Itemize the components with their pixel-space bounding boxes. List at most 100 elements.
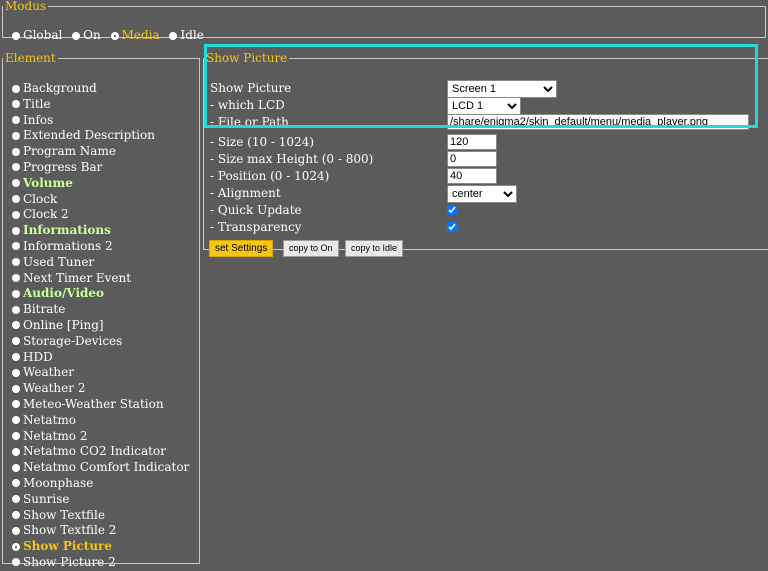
element-item[interactable]: Netatmo 2 bbox=[12, 429, 189, 445]
element-item[interactable]: Audio/Video bbox=[12, 286, 189, 302]
size-input[interactable] bbox=[447, 134, 497, 150]
transparency-label: - Transparency bbox=[210, 220, 302, 234]
element-item[interactable]: Infos bbox=[12, 113, 189, 129]
element-item[interactable]: Clock bbox=[12, 192, 189, 208]
copy-to-idle-button[interactable]: copy to Idle bbox=[345, 240, 404, 257]
element-item-label: Netatmo Comfort Indicator bbox=[23, 460, 190, 475]
element-item[interactable]: Informations bbox=[12, 223, 189, 239]
which-lcd-label: - which LCD bbox=[210, 98, 285, 112]
element-item[interactable]: Extended Description bbox=[12, 128, 189, 144]
modus-option-global[interactable]: Global bbox=[12, 28, 62, 42]
transparency-row: - Transparency bbox=[210, 219, 302, 235]
element-item-label: Weather bbox=[23, 365, 74, 380]
modus-option-on[interactable]: On bbox=[72, 28, 101, 42]
element-item-label: Informations bbox=[23, 223, 111, 238]
element-item-label: Background bbox=[23, 81, 97, 95]
element-item[interactable]: Progress Bar bbox=[12, 160, 189, 176]
element-item-label: HDD bbox=[23, 349, 53, 364]
radio-icon bbox=[12, 274, 20, 283]
radio-icon bbox=[12, 163, 20, 172]
radio-icon bbox=[12, 495, 20, 504]
set-settings-button[interactable]: set Settings bbox=[209, 240, 274, 257]
max-height-input[interactable] bbox=[447, 151, 497, 167]
element-item[interactable]: Used Tuner bbox=[12, 255, 189, 271]
max-height-row: - Size max Height (0 - 800) bbox=[210, 151, 373, 167]
element-item-label: Meteo-Weather Station bbox=[23, 396, 164, 411]
element-item-label: Moonphase bbox=[23, 475, 94, 490]
element-item[interactable]: Show Textfile bbox=[12, 508, 189, 524]
element-item[interactable]: Show Picture bbox=[12, 539, 189, 555]
element-item[interactable]: HDD bbox=[12, 350, 189, 366]
element-item-label: Clock 2 bbox=[23, 207, 69, 222]
element-item[interactable]: Show Picture 2 bbox=[12, 555, 189, 571]
quick-update-checkbox[interactable] bbox=[447, 205, 457, 215]
radio-icon bbox=[12, 447, 20, 456]
element-item-label: Bitrate bbox=[23, 302, 66, 317]
element-item[interactable]: Meteo-Weather Station bbox=[12, 397, 189, 413]
position-label: - Position (0 - 1024) bbox=[210, 169, 330, 183]
which-lcd-select[interactable]: LCD 1 bbox=[447, 97, 521, 115]
element-list: Background Title Infos Extended Description… bbox=[12, 81, 189, 571]
radio-icon bbox=[12, 400, 20, 409]
radio-icon bbox=[12, 258, 20, 267]
radio-icon bbox=[12, 31, 20, 40]
file-path-label: - File or Path bbox=[210, 115, 289, 129]
modus-fieldset: Modus Global On Media Idle bbox=[2, 0, 766, 42]
element-item[interactable]: Clock 2 bbox=[12, 207, 189, 223]
element-item-label: Online [Ping] bbox=[23, 317, 104, 332]
element-item[interactable]: Background bbox=[12, 81, 189, 97]
alignment-select[interactable]: center bbox=[447, 185, 517, 203]
radio-icon bbox=[12, 337, 20, 346]
element-item[interactable]: Storage-Devices bbox=[12, 334, 189, 350]
modus-option-idle[interactable]: Idle bbox=[169, 28, 204, 42]
modus-option-media[interactable]: Media bbox=[110, 28, 160, 42]
element-item[interactable]: Online [Ping] bbox=[12, 318, 189, 334]
element-item-label: Informations 2 bbox=[23, 238, 113, 253]
radio-selected-icon bbox=[12, 542, 20, 551]
element-item[interactable]: Moonphase bbox=[12, 476, 189, 492]
alignment-label: - Alignment bbox=[210, 186, 281, 200]
element-item[interactable]: Next Timer Event bbox=[12, 271, 189, 287]
radio-icon bbox=[12, 210, 20, 219]
position-row: - Position (0 - 1024) bbox=[210, 168, 329, 184]
modus-option-label: On bbox=[83, 28, 101, 42]
quick-update-row: - Quick Update bbox=[210, 202, 302, 218]
radio-icon bbox=[12, 100, 20, 109]
element-item[interactable]: Netatmo Comfort Indicator bbox=[12, 460, 189, 476]
element-item-label: Audio/Video bbox=[23, 286, 105, 301]
quick-update-label: - Quick Update bbox=[210, 203, 302, 217]
show-picture-label: Show Picture bbox=[210, 81, 292, 95]
which-lcd-row: - which LCD bbox=[210, 97, 285, 113]
transparency-checkbox[interactable] bbox=[447, 222, 457, 232]
element-item[interactable]: Informations 2 bbox=[12, 239, 189, 255]
element-item-label: Show Picture bbox=[23, 539, 113, 554]
show-picture-select[interactable]: Screen 1 bbox=[447, 80, 557, 98]
modus-option-label: Idle bbox=[180, 28, 204, 42]
element-item[interactable]: Weather bbox=[12, 365, 189, 381]
element-item[interactable]: Bitrate bbox=[12, 302, 189, 318]
element-item[interactable]: Volume bbox=[12, 176, 189, 192]
element-item[interactable]: Title bbox=[12, 97, 189, 113]
position-input[interactable] bbox=[447, 168, 497, 184]
element-item[interactable]: Netatmo CO2 Indicator bbox=[12, 444, 189, 460]
copy-to-on-button[interactable]: copy to On bbox=[283, 240, 339, 257]
element-item-label: Program Name bbox=[23, 144, 116, 159]
radio-icon bbox=[12, 195, 20, 204]
radio-icon bbox=[12, 432, 20, 441]
modus-option-label: Global bbox=[23, 28, 63, 42]
element-item[interactable]: Weather 2 bbox=[12, 381, 189, 397]
radio-icon bbox=[12, 321, 20, 330]
element-item-label: Netatmo CO2 Indicator bbox=[23, 444, 166, 459]
element-item-label: Weather 2 bbox=[23, 381, 86, 396]
element-item-label: Storage-Devices bbox=[23, 333, 123, 348]
element-item-label: Show Picture 2 bbox=[23, 554, 116, 569]
file-path-input[interactable] bbox=[447, 114, 749, 130]
radio-icon bbox=[12, 147, 20, 156]
radio-selected-icon bbox=[110, 31, 119, 40]
radio-icon bbox=[12, 479, 20, 488]
size-label: - Size (10 - 1024) bbox=[210, 135, 315, 149]
element-item[interactable]: Show Textfile 2 bbox=[12, 523, 189, 539]
element-item[interactable]: Netatmo bbox=[12, 413, 189, 429]
element-item[interactable]: Sunrise bbox=[12, 492, 189, 508]
element-item[interactable]: Program Name bbox=[12, 144, 189, 160]
